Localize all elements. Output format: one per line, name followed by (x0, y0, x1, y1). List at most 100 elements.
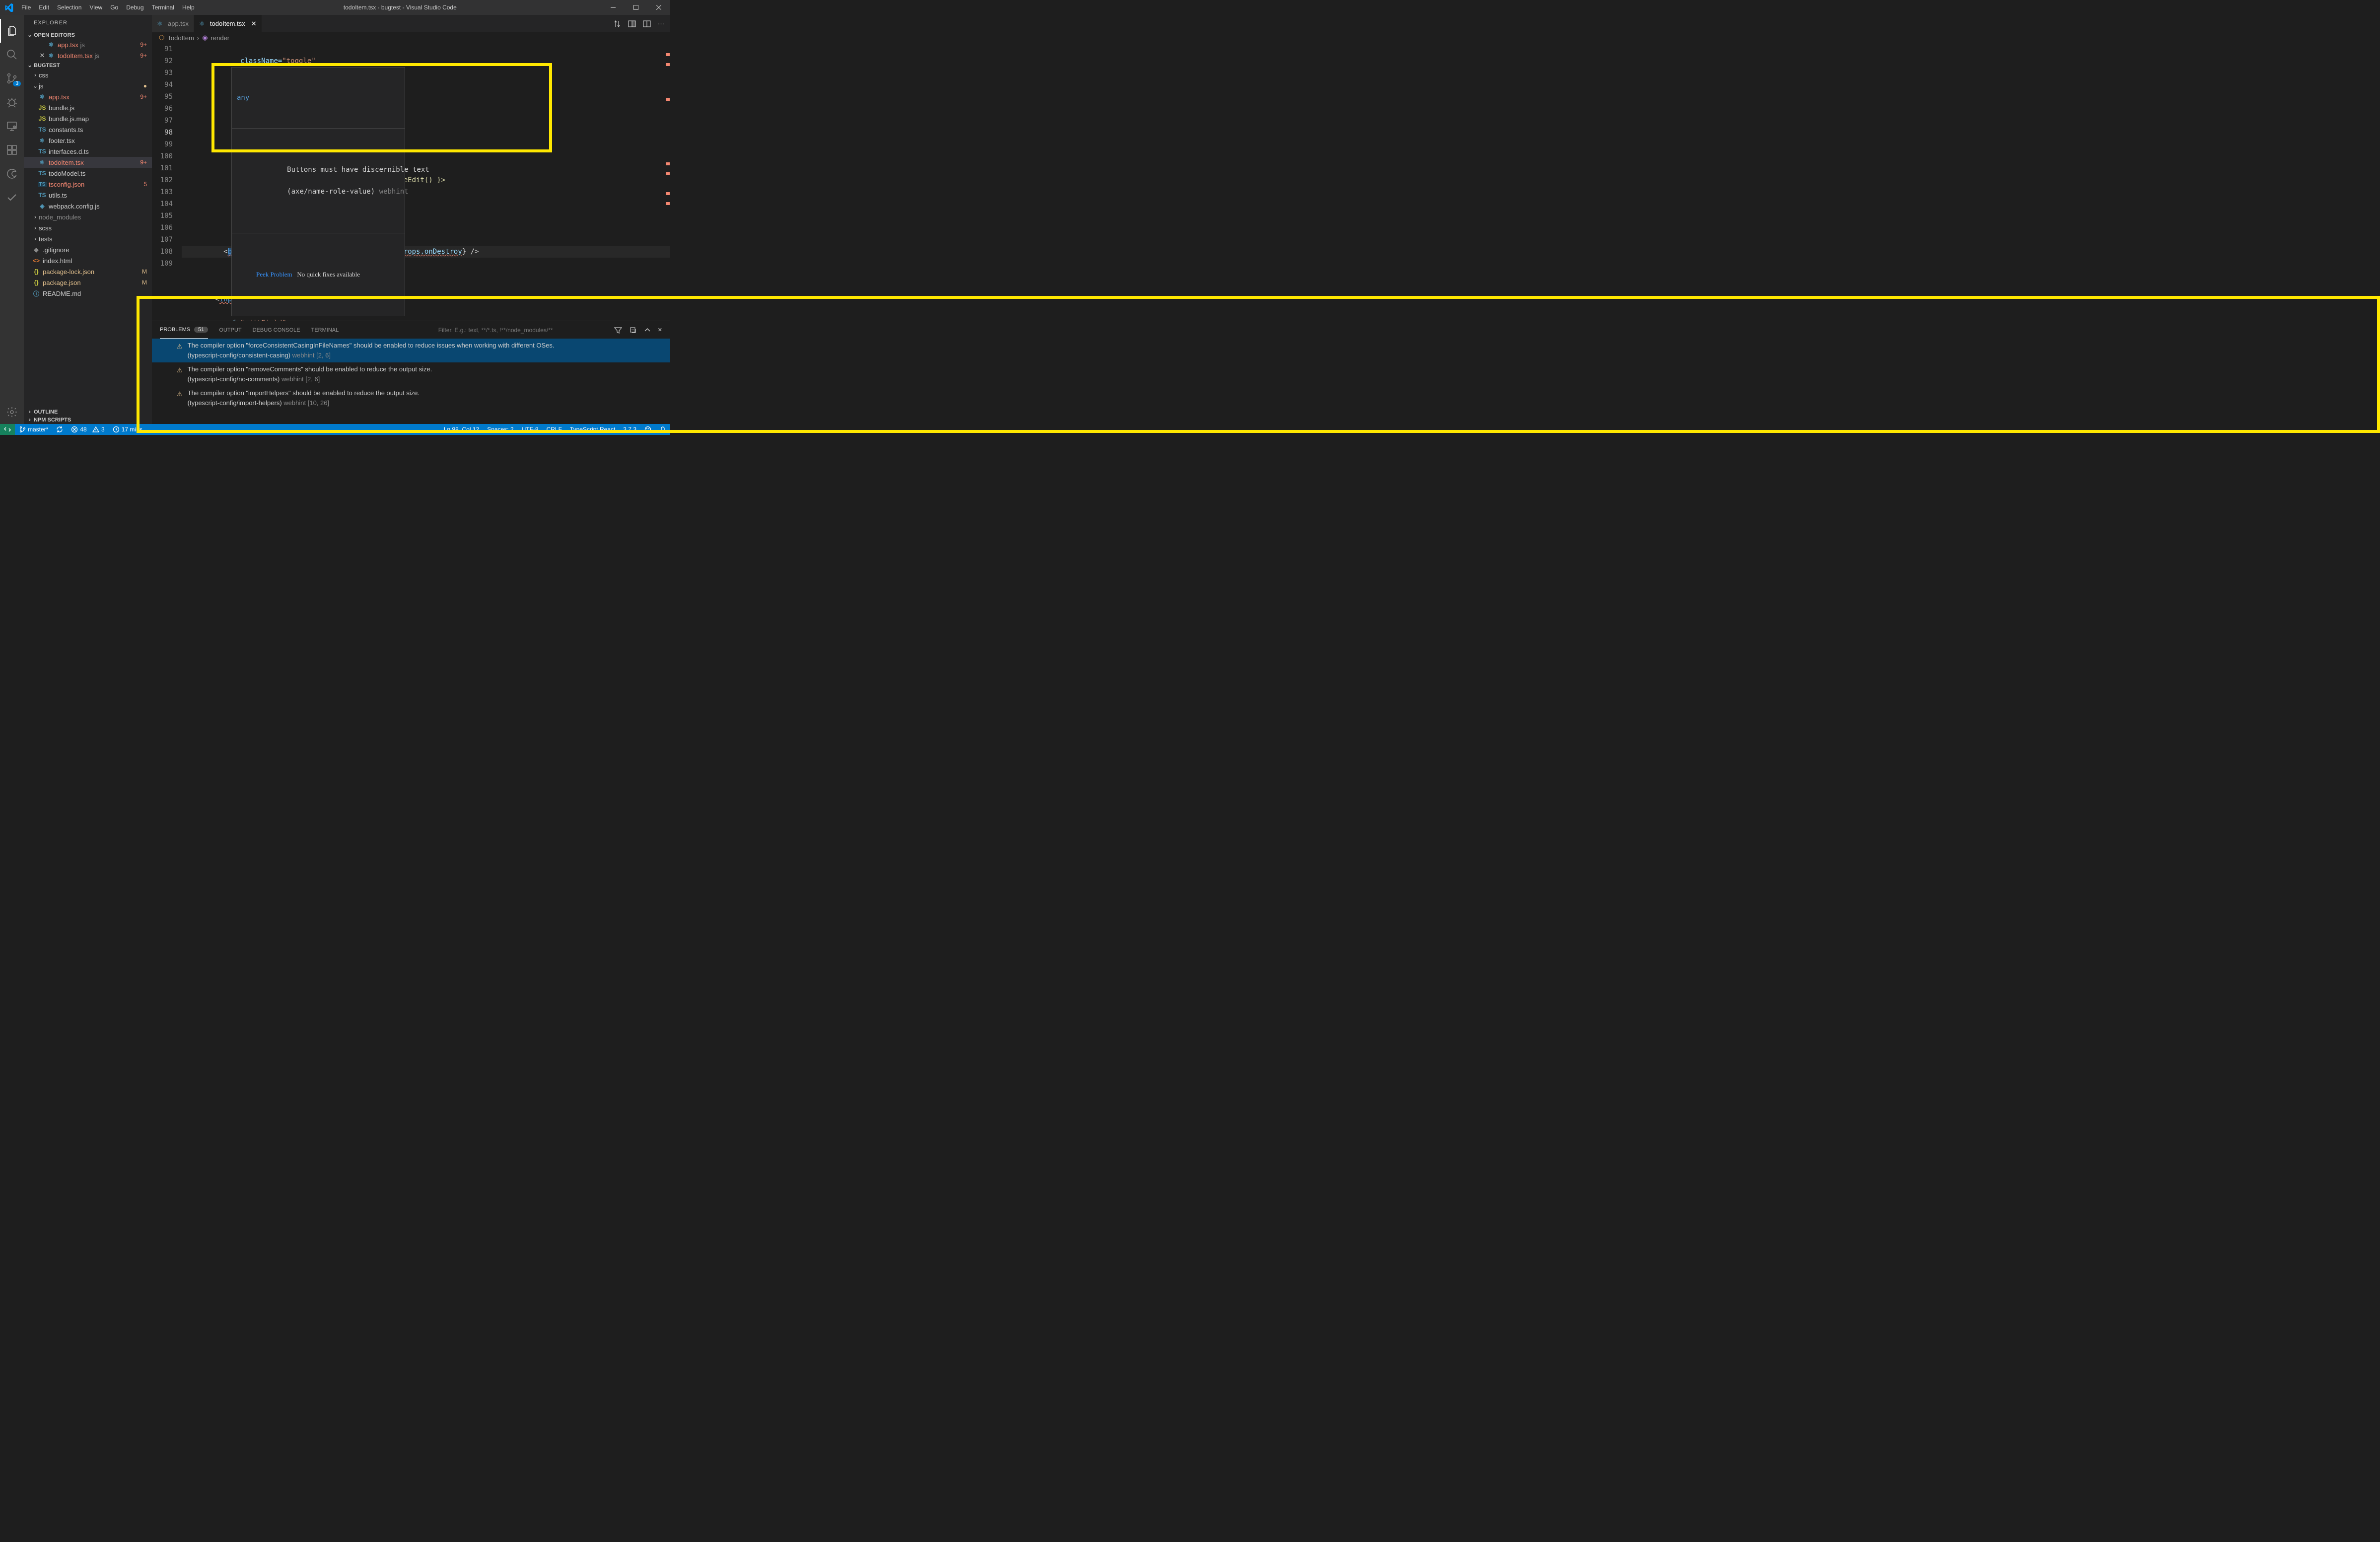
cursor-position[interactable]: Ln 98, Col 12 (440, 424, 483, 435)
file-index-html[interactable]: <>index.html (24, 255, 152, 266)
problem-row[interactable]: ⚠ The compiler option "removeComments" s… (152, 362, 670, 386)
encoding[interactable]: UTF-8 (518, 424, 543, 435)
git-branch[interactable]: master* (15, 424, 52, 435)
npm-scripts-header[interactable]: ›NPM SCRIPTS (24, 416, 152, 424)
overview-ruler[interactable] (663, 43, 670, 321)
menu-go[interactable]: Go (106, 4, 122, 11)
menu-selection[interactable]: Selection (53, 4, 85, 11)
panel-chevron-up-icon[interactable] (644, 327, 651, 334)
file-webpack[interactable]: ◈webpack.config.js (24, 201, 152, 211)
source-control-icon[interactable]: 3 (0, 67, 24, 90)
editor[interactable]: 9192939495969798991001011021031041051061… (152, 43, 670, 321)
menu-help[interactable]: Help (178, 4, 199, 11)
file-bundle-map[interactable]: JSbundle.js.map (24, 113, 152, 124)
feedback-icon[interactable] (640, 424, 655, 435)
remote-explorer-icon[interactable] (0, 114, 24, 138)
editor-layout-icon[interactable] (643, 20, 651, 28)
debug-icon[interactable] (0, 90, 24, 114)
eol[interactable]: CRLF (543, 424, 566, 435)
file-bundle-js[interactable]: JSbundle.js (24, 102, 152, 113)
json-icon: {} (32, 268, 41, 275)
file-todomodel[interactable]: TStodoModel.ts (24, 168, 152, 179)
file-package-lock[interactable]: {}package-lock.jsonM (24, 266, 152, 277)
maximize-button[interactable] (625, 0, 647, 15)
errors-warnings[interactable]: 48 3 (67, 424, 108, 435)
collapse-all-icon[interactable] (629, 326, 637, 334)
folder-js[interactable]: ⌄js● (24, 80, 152, 91)
notifications-icon[interactable] (655, 424, 670, 435)
menu-terminal[interactable]: Terminal (148, 4, 178, 11)
settings-gear-icon[interactable] (0, 400, 24, 424)
file-package-json[interactable]: {}package.jsonM (24, 277, 152, 288)
search-icon[interactable] (0, 43, 24, 67)
file-tsconfig[interactable]: TStsconfig.json5 (24, 179, 152, 190)
problems-list[interactable]: ⚠ The compiler option "forceConsistentCa… (152, 339, 670, 424)
tab-todoitem[interactable]: ⚛todoItem.tsx✕ (194, 15, 262, 32)
file-gitignore[interactable]: ◆.gitignore (24, 244, 152, 255)
filter-icon[interactable] (614, 326, 622, 334)
split-editor-icon[interactable] (628, 20, 636, 28)
menu-debug[interactable]: Debug (122, 4, 147, 11)
file-todoitem[interactable]: ⚛todoItem.tsx9+ (24, 157, 152, 168)
panel-tab-problems[interactable]: PROBLEMS51 (160, 321, 208, 339)
extensions-icon[interactable] (0, 138, 24, 162)
clock-status[interactable]: 17 mins (109, 424, 146, 435)
problems-filter-input[interactable] (438, 327, 607, 334)
minimize-button[interactable] (602, 0, 625, 15)
language-mode[interactable]: TypeScript React (566, 424, 619, 435)
js-icon: JS (38, 104, 47, 111)
open-editor-app[interactable]: ⚛ app.tsx js 9+ (24, 39, 152, 50)
tsconfig-icon: TS (38, 182, 47, 187)
check-icon[interactable] (0, 186, 24, 210)
file-constants[interactable]: TSconstants.ts (24, 124, 152, 135)
explorer-icon[interactable] (0, 19, 24, 43)
edge-icon[interactable] (0, 162, 24, 186)
remote-indicator[interactable] (0, 424, 15, 435)
peek-problem-link[interactable]: Peek Problem (256, 271, 292, 278)
file-app-tsx[interactable]: ⚛app.tsx9+ (24, 91, 152, 102)
problem-row[interactable]: ⚠ The compiler option "importHelpers" sh… (152, 386, 670, 410)
file-footer[interactable]: ⚛footer.tsx (24, 135, 152, 146)
file-utils[interactable]: TSutils.ts (24, 190, 152, 201)
typescript-version[interactable]: 3.7.3 (619, 424, 640, 435)
hover-actions: Peek Problem No quick fixes available (232, 255, 405, 294)
sidebar-title: EXPLORER (24, 15, 152, 31)
main: 3 EXPLORER ⌄OPEN EDITORS ⚛ app.ts (0, 15, 670, 424)
warning-icon: ⚠ (177, 389, 183, 399)
window-controls (602, 0, 670, 15)
react-icon: ⚛ (47, 52, 56, 59)
menu-file[interactable]: File (17, 4, 35, 11)
outline-header[interactable]: ›OUTLINE (24, 408, 152, 416)
panel-tab-debug-console[interactable]: DEBUG CONSOLE (253, 321, 300, 339)
more-actions-icon[interactable]: ··· (658, 20, 664, 27)
menu-edit[interactable]: Edit (35, 4, 53, 11)
panel-tab-terminal[interactable]: TERMINAL (311, 321, 339, 339)
hover-type: any (232, 89, 405, 106)
close-icon[interactable]: ✕ (38, 52, 47, 60)
open-editor-todoitem[interactable]: ✕ ⚛ todoItem.tsx js 9+ (24, 50, 152, 61)
file-interfaces[interactable]: TSinterfaces.d.ts (24, 146, 152, 157)
panel-close-icon[interactable]: ✕ (658, 327, 662, 333)
workspace-header[interactable]: ⌄BUGTEST (24, 61, 152, 70)
folder-tests[interactable]: ›tests (24, 233, 152, 244)
close-button[interactable] (647, 0, 670, 15)
tab-close-icon[interactable]: ✕ (251, 20, 257, 28)
folder-node-modules[interactable]: ›node_modules (24, 211, 152, 222)
panel-tab-output[interactable]: OUTPUT (219, 321, 241, 339)
problem-row[interactable]: ⚠ The compiler option "forceConsistentCa… (152, 339, 670, 362)
indentation[interactable]: Spaces: 2 (483, 424, 517, 435)
sync-icon[interactable] (52, 424, 67, 435)
ts-icon: TS (38, 192, 47, 199)
menu-view[interactable]: View (85, 4, 106, 11)
code-area[interactable]: className="toggle" type="checkbox" leEdi… (182, 43, 670, 321)
tab-app[interactable]: ⚛app.tsx (152, 15, 194, 32)
file-readme[interactable]: ⓘREADME.md (24, 288, 152, 299)
editor-group: ⚛app.tsx ⚛todoItem.tsx✕ ··· ⬡TodoItem › … (152, 15, 670, 424)
compare-changes-icon[interactable] (613, 20, 621, 28)
folder-scss[interactable]: ›scss (24, 222, 152, 233)
breadcrumb[interactable]: ⬡TodoItem › ◉render (152, 32, 670, 43)
window-title: todoItem.tsx - bugtest - Visual Studio C… (199, 4, 602, 11)
open-editors-header[interactable]: ⌄OPEN EDITORS (24, 31, 152, 39)
react-icon: ⚛ (38, 93, 47, 100)
folder-css[interactable]: ›css (24, 70, 152, 80)
